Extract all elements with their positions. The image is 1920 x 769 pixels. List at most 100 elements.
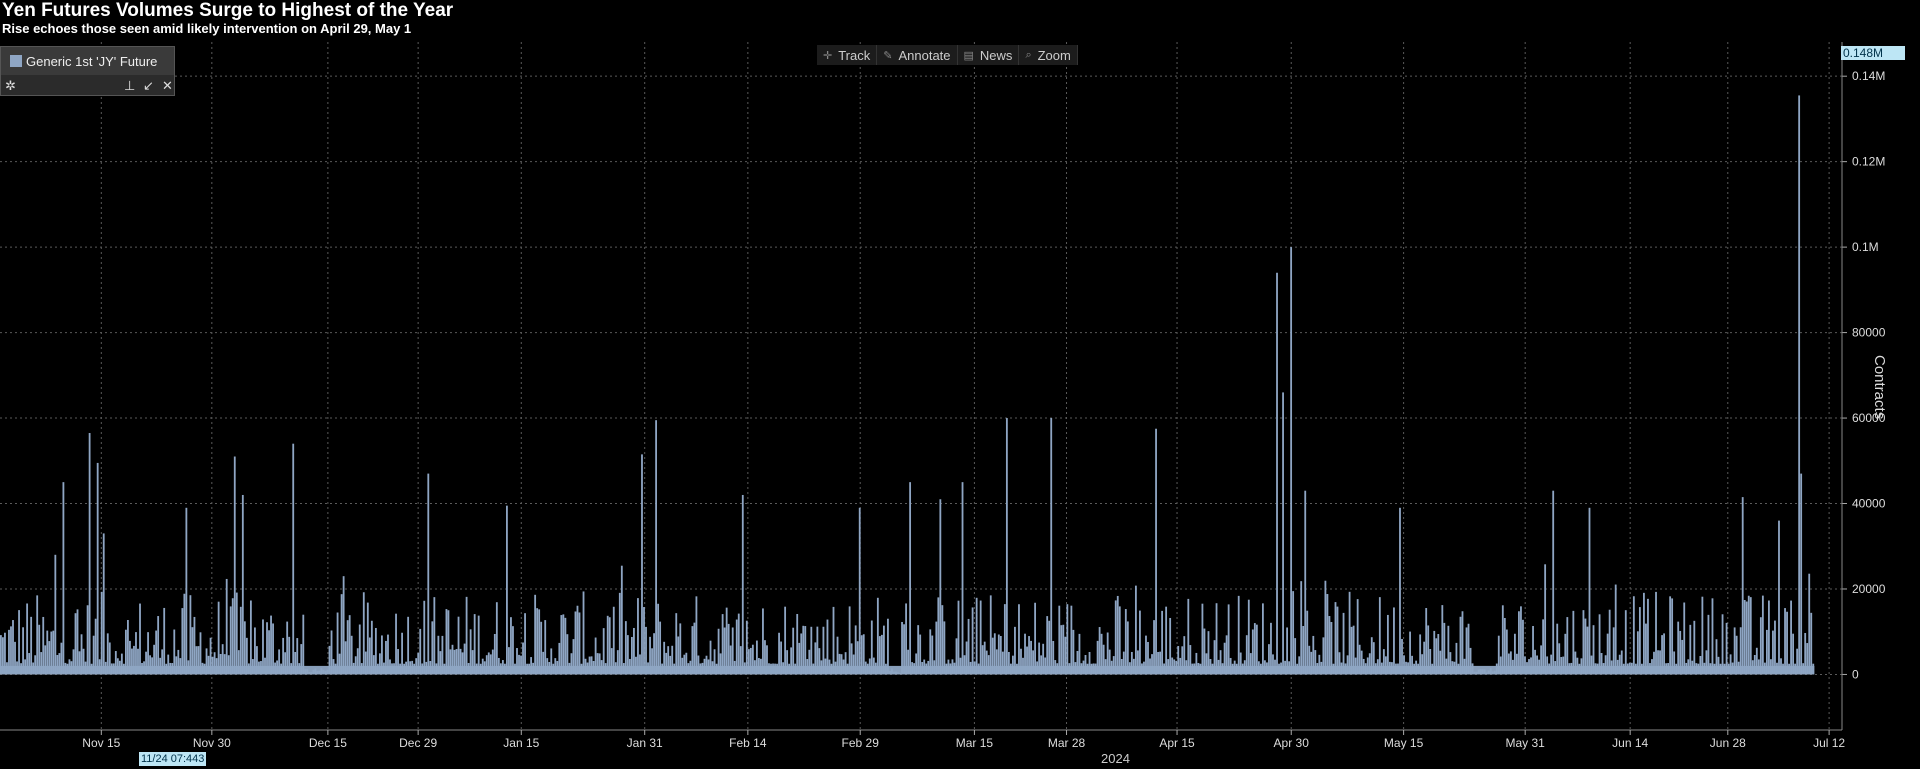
volume-bar <box>473 614 476 675</box>
volume-bar <box>1003 604 1006 675</box>
volume-bar <box>1215 603 1218 675</box>
volume-bar <box>536 608 539 675</box>
x-tick-label: Apr 15 <box>1159 736 1195 750</box>
volume-bar <box>1348 591 1351 675</box>
news-button[interactable]: ▤ News <box>958 45 1020 65</box>
track-button[interactable]: ✛ Track <box>817 45 878 65</box>
volume-bar <box>524 613 526 675</box>
volume-bar <box>905 603 907 675</box>
volume-bar <box>506 505 508 675</box>
volume-bar <box>1165 606 1168 675</box>
max-value-badge: 0.148M <box>1841 46 1905 60</box>
gear-icon[interactable]: ✲ <box>5 78 16 94</box>
volume-bar <box>1572 610 1575 675</box>
volume-bar <box>989 595 992 675</box>
volume-bar <box>1671 598 1674 675</box>
y-axis-label: Contracts <box>1871 355 1888 420</box>
volume-bar <box>961 482 964 675</box>
y-tick-label: 40000 <box>1852 497 1886 511</box>
volume-bar <box>1701 596 1704 675</box>
volume-bar <box>1582 610 1585 675</box>
volume-bar <box>848 606 851 675</box>
volume-bar <box>1741 497 1744 675</box>
x-tick-label: Jul 12 <box>1813 736 1845 750</box>
volume-bar <box>762 608 764 675</box>
volume-bar <box>74 613 77 675</box>
volume-bar <box>937 597 940 675</box>
volume-bar <box>270 615 272 675</box>
pencil-icon: ✎ <box>883 49 893 62</box>
annotate-button[interactable]: ✎ Annotate <box>877 45 958 65</box>
volume-bar <box>336 612 339 675</box>
volume-bar <box>606 615 609 675</box>
volume-bar <box>1608 609 1611 675</box>
volume-bar <box>1326 594 1329 675</box>
volume-bar <box>1306 610 1309 675</box>
x-tick-label: Nov 30 <box>193 736 231 750</box>
volume-bar <box>181 608 184 675</box>
volume-bar <box>979 600 982 675</box>
volume-bar <box>1614 584 1617 675</box>
x-tick-label: Jan 15 <box>503 736 539 750</box>
volume-bar <box>1046 616 1049 675</box>
volume-bar <box>1786 611 1788 675</box>
volume-bar <box>239 606 242 675</box>
volume-bar <box>1304 490 1307 675</box>
volume-bar <box>445 609 448 675</box>
volume-bar <box>1643 592 1645 675</box>
volume-bar <box>407 616 410 675</box>
volume-bar <box>1566 617 1569 675</box>
x-tick-label: Dec 15 <box>309 736 347 750</box>
shrink-icon[interactable]: ↙ <box>143 78 154 94</box>
legend-entry[interactable]: Generic 1st 'JY' Future <box>1 47 174 75</box>
zoom-label: Zoom <box>1037 47 1071 63</box>
volume-bar <box>457 616 460 675</box>
y-tick-label: 0.14M <box>1852 69 1885 83</box>
volume-bar <box>249 600 252 675</box>
volume-bar <box>233 456 236 675</box>
volume-bar <box>1118 606 1121 675</box>
volume-bar <box>225 578 228 675</box>
volume-bar <box>1798 95 1801 675</box>
volume-bar <box>1116 595 1119 675</box>
pin-icon[interactable]: ⊥ <box>124 78 135 94</box>
volume-bar <box>858 507 861 675</box>
volume-bar <box>157 616 160 675</box>
volume-bar <box>1018 604 1020 675</box>
volume-bar <box>395 613 397 675</box>
series-swatch <box>10 55 22 67</box>
volume-bar <box>495 602 498 675</box>
volume-bar <box>562 614 565 675</box>
volume-bar <box>1134 585 1137 675</box>
volume-bar <box>465 596 468 675</box>
volume-bar <box>1544 564 1547 675</box>
volume-bars <box>0 95 1815 675</box>
zoom-button[interactable]: ⌕ Zoom <box>1019 45 1078 65</box>
volume-bar <box>183 593 186 675</box>
x-tick-label: Jun 14 <box>1612 736 1648 750</box>
volume-bar <box>1624 610 1627 675</box>
volume-bar <box>447 610 450 675</box>
volume-bar <box>1721 614 1724 675</box>
volume-bar <box>1588 507 1591 675</box>
volume-bar <box>1114 600 1117 675</box>
volume-bar <box>637 598 639 675</box>
volume-bar <box>1518 611 1520 675</box>
volume-bar <box>1647 598 1649 675</box>
volume-bar <box>433 597 436 675</box>
volume-bar <box>340 594 343 675</box>
volume-bar <box>510 617 512 675</box>
track-label: Track <box>838 47 871 63</box>
volume-bar <box>1070 605 1073 675</box>
volume-bar <box>1378 597 1381 675</box>
chart-title: Yen Futures Volumes Surge to Highest of … <box>2 0 454 21</box>
volume-bar <box>86 605 89 675</box>
volume-bar <box>1747 595 1750 675</box>
volume-bar <box>1124 609 1127 675</box>
close-icon[interactable]: ✕ <box>162 78 173 94</box>
volume-bar <box>695 596 698 675</box>
news-label: News <box>979 47 1013 63</box>
volume-bar <box>957 600 960 675</box>
volume-bar <box>163 607 166 675</box>
volume-bar <box>1276 272 1278 675</box>
